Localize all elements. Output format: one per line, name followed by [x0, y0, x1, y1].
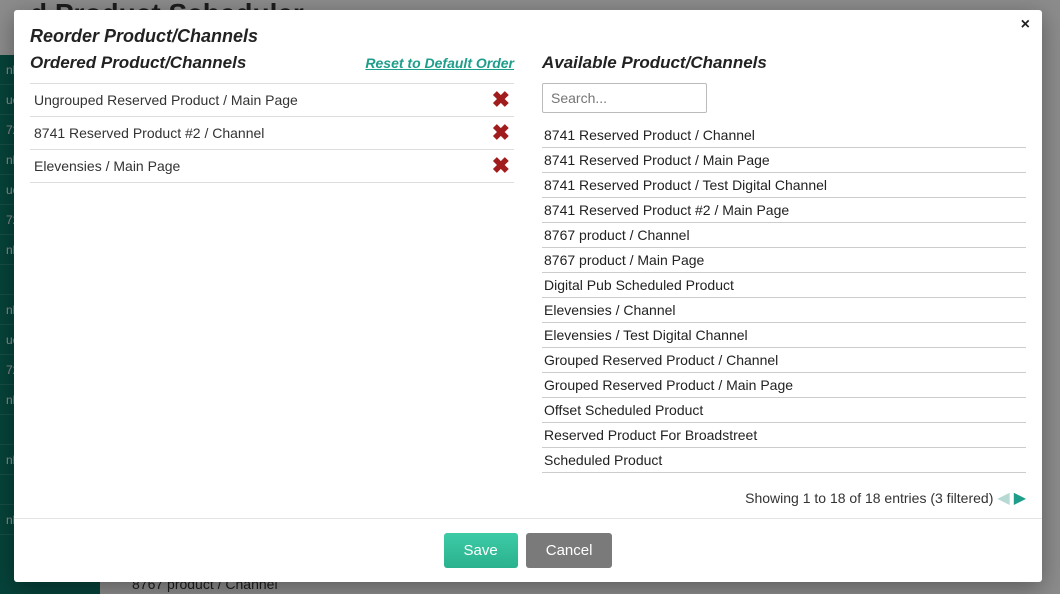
available-item[interactable]: Ungrouped Reserved Product / Channel — [542, 473, 1026, 480]
available-item[interactable]: Digital Pub Scheduled Product — [542, 273, 1026, 298]
search-wrap — [542, 83, 1026, 113]
available-item[interactable]: Reserved Product For Broadstreet — [542, 423, 1026, 448]
pager-prev-icon: ◀ — [997, 488, 1009, 508]
available-column: Available Product/Channels 8741 Reserved… — [542, 53, 1026, 508]
ordered-list: Ungrouped Reserved Product / Main Page ✖… — [30, 83, 514, 183]
ordered-title: Ordered Product/Channels — [30, 53, 246, 73]
ordered-item[interactable]: 8741 Reserved Product #2 / Channel ✖ — [30, 117, 514, 150]
modal-title: Reorder Product/Channels — [14, 10, 1042, 53]
available-item[interactable]: 8741 Reserved Product / Channel — [542, 123, 1026, 148]
modal-footer: Save Cancel — [14, 518, 1042, 582]
ordered-column: Ordered Product/Channels Reset to Defaul… — [30, 53, 514, 508]
available-item[interactable]: 8767 product / Channel — [542, 223, 1026, 248]
available-item[interactable]: 8741 Reserved Product #2 / Main Page — [542, 198, 1026, 223]
pager-text: Showing 1 to 18 of 18 entries (3 filtere… — [745, 490, 993, 506]
remove-icon[interactable]: ✖ — [492, 122, 510, 144]
available-item[interactable]: Elevensies / Test Digital Channel — [542, 323, 1026, 348]
available-item[interactable]: Scheduled Product — [542, 448, 1026, 473]
available-item[interactable]: 8741 Reserved Product / Test Digital Cha… — [542, 173, 1026, 198]
ordered-item-label: Ungrouped Reserved Product / Main Page — [34, 92, 298, 108]
ordered-item[interactable]: Ungrouped Reserved Product / Main Page ✖ — [30, 83, 514, 117]
ordered-item[interactable]: Elevensies / Main Page ✖ — [30, 150, 514, 183]
available-item[interactable]: Grouped Reserved Product / Main Page — [542, 373, 1026, 398]
available-item[interactable]: 8741 Reserved Product / Main Page — [542, 148, 1026, 173]
pager-next-icon[interactable]: ▶ — [1014, 488, 1026, 508]
ordered-item-label: Elevensies / Main Page — [34, 158, 180, 174]
cancel-button[interactable]: Cancel — [526, 533, 613, 568]
close-icon[interactable]: × — [1021, 16, 1030, 34]
reset-link[interactable]: Reset to Default Order — [365, 55, 514, 71]
ordered-item-label: 8741 Reserved Product #2 / Channel — [34, 125, 264, 141]
remove-icon[interactable]: ✖ — [492, 89, 510, 111]
pager: Showing 1 to 18 of 18 entries (3 filtere… — [542, 480, 1026, 508]
search-input[interactable] — [542, 83, 707, 113]
available-item[interactable]: Grouped Reserved Product / Channel — [542, 348, 1026, 373]
modal-body: Ordered Product/Channels Reset to Defaul… — [14, 53, 1042, 518]
remove-icon[interactable]: ✖ — [492, 155, 510, 177]
reorder-modal: × Reorder Product/Channels Ordered Produ… — [14, 10, 1042, 582]
available-list: 8741 Reserved Product / Channel 8741 Res… — [542, 123, 1026, 480]
save-button[interactable]: Save — [444, 533, 518, 568]
available-item[interactable]: Offset Scheduled Product — [542, 398, 1026, 423]
available-item[interactable]: 8767 product / Main Page — [542, 248, 1026, 273]
available-title: Available Product/Channels — [542, 53, 767, 73]
available-item[interactable]: Elevensies / Channel — [542, 298, 1026, 323]
